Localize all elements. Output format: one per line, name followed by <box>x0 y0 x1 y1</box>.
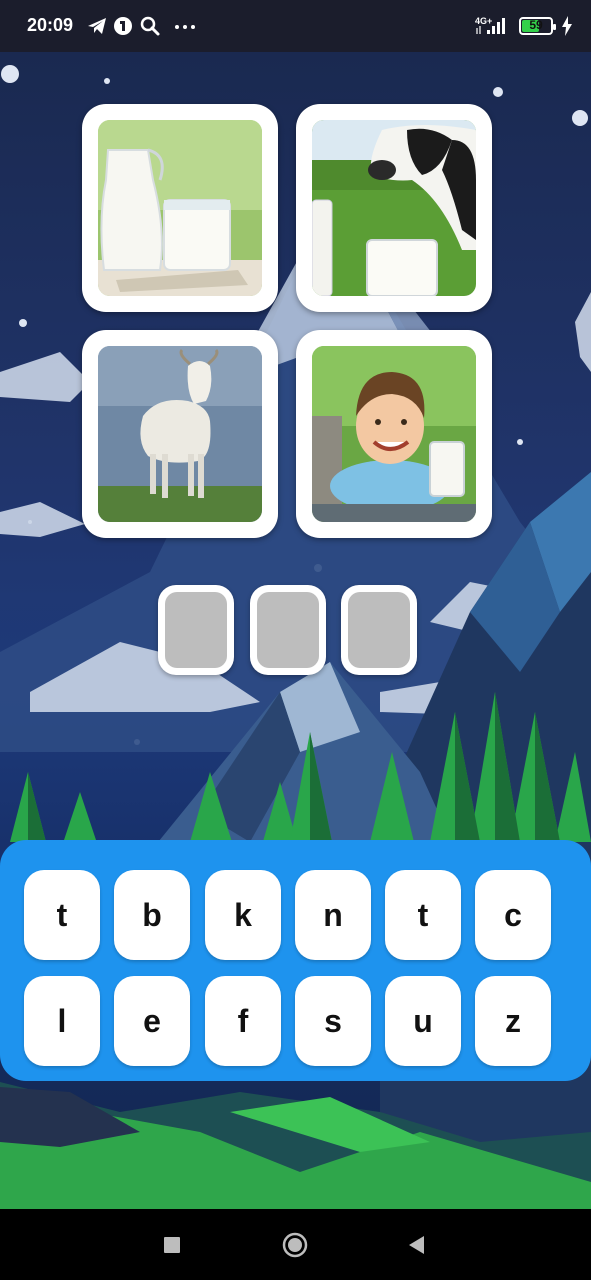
answer-slot-3[interactable] <box>341 585 417 675</box>
back-icon <box>409 1235 424 1254</box>
recents-button[interactable] <box>142 1209 202 1280</box>
goat-icon <box>98 346 262 522</box>
letter-key[interactable]: t <box>385 870 461 960</box>
boy-icon <box>312 346 476 522</box>
home-icon <box>282 1232 308 1257</box>
letter-key[interactable]: e <box>114 976 190 1066</box>
recents-icon <box>164 1236 180 1253</box>
letter-key[interactable]: z <box>475 976 551 1066</box>
letter-keyboard: t b k n t c l e f s u z <box>0 840 591 1081</box>
charging-icon <box>562 16 572 36</box>
letter-key[interactable]: f <box>205 976 281 1066</box>
picture-tile-cow <box>296 104 492 312</box>
status-right: 4G+ 59 <box>475 14 573 38</box>
letter-key[interactable]: s <box>295 976 371 1066</box>
milk-jug-icon <box>98 120 262 296</box>
letter-key[interactable]: l <box>24 976 100 1066</box>
svg-text:4G+: 4G+ <box>475 16 492 26</box>
letter-key[interactable]: c <box>475 870 551 960</box>
picture-tile-boy <box>296 330 492 538</box>
letter-key[interactable]: n <box>295 870 371 960</box>
signal-icon: 4G+ <box>475 16 505 34</box>
search-icon <box>140 16 160 36</box>
answer-slot-2[interactable] <box>250 585 326 675</box>
status-bar: 20:09 4G+ 59 <box>0 0 591 52</box>
answer-slot-1[interactable] <box>158 585 234 675</box>
status-time: 20:09 <box>27 15 74 35</box>
letter-key[interactable]: k <box>205 870 281 960</box>
cow-icon <box>312 120 476 296</box>
letter-key[interactable]: u <box>385 976 461 1066</box>
more-icon <box>175 25 195 29</box>
app-notification-icon <box>114 17 132 35</box>
picture-tile-milk-jug <box>82 104 278 312</box>
battery-level: 59 <box>529 18 543 32</box>
navigation-bar <box>0 1209 591 1280</box>
letter-key[interactable]: b <box>114 870 190 960</box>
home-button[interactable] <box>265 1209 325 1280</box>
telegram-icon <box>88 18 106 34</box>
picture-tile-goat <box>82 330 278 538</box>
letter-key[interactable]: t <box>24 870 100 960</box>
back-button[interactable] <box>387 1209 447 1280</box>
battery-indicator: 59 <box>519 17 556 35</box>
